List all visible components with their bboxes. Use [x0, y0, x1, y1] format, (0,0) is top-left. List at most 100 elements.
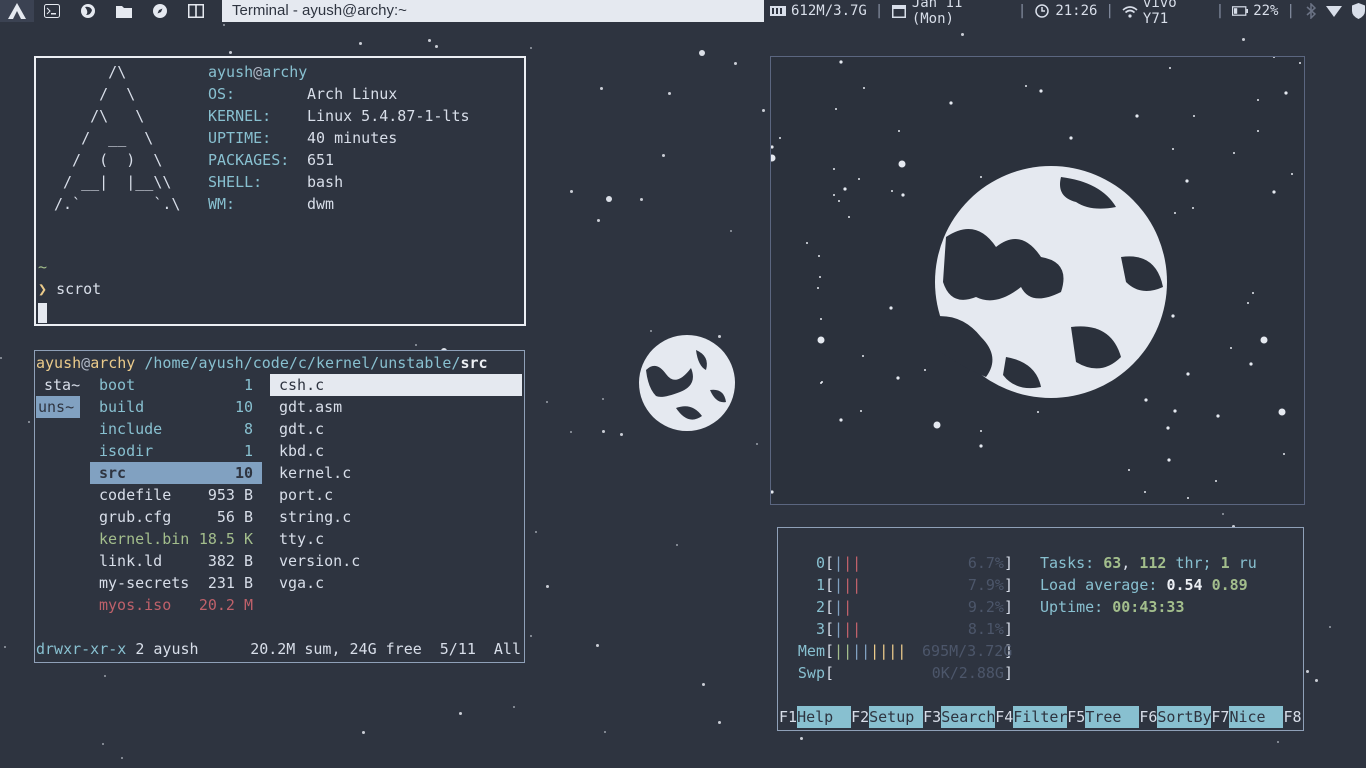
fm-entry[interactable]: include 8 [90, 418, 262, 440]
fm-entry[interactable]: codefile 953 B [90, 484, 262, 506]
image-viewer-window[interactable] [770, 56, 1305, 505]
cpu-meter: 3[||| 8.1%] [797, 618, 1013, 640]
star [817, 336, 825, 344]
fm-entry[interactable]: build 10 [90, 396, 262, 418]
fkey-f6[interactable]: F6 [1139, 706, 1157, 728]
fkey-label-f7[interactable]: Nice - [1229, 706, 1284, 748]
fm-parent-item[interactable]: sta~ [36, 374, 82, 396]
mem-bar-tick: | [852, 642, 862, 660]
shield-icon[interactable] [1350, 3, 1366, 19]
terminal-icon[interactable] [34, 0, 70, 22]
star [730, 230, 732, 232]
fm-links: 2 [135, 640, 145, 658]
fm-preview-item[interactable]: kernel.c [270, 462, 522, 484]
cpu-meter: 0[||| 6.7%] [797, 552, 1013, 574]
fm-preview-item[interactable]: gdt.c [270, 418, 522, 440]
network-icon[interactable] [1326, 3, 1343, 19]
arch-logo-icon[interactable] [0, 0, 34, 22]
cpu-meter: 2[|| 9.2%] [797, 596, 1013, 618]
info-value: Arch Linux [307, 85, 398, 103]
bluetooth-off-icon[interactable] [1303, 3, 1319, 19]
fm-entry[interactable]: boot 1 [90, 374, 262, 396]
wifi-icon [1122, 3, 1138, 19]
firefox-icon[interactable] [70, 0, 106, 22]
fkey-f8[interactable]: F8 [1283, 706, 1301, 728]
file-manager-window[interactable]: ayush@archy /home/ayush/code/c/kernel/un… [34, 350, 525, 663]
fkey-label-f1[interactable]: Help [797, 706, 852, 728]
fkey-label-f5[interactable]: Tree [1085, 706, 1140, 728]
fm-parent-item[interactable]: uns~ [36, 396, 80, 418]
fm-entry-size: 10 [234, 398, 253, 416]
star [833, 168, 835, 170]
fkey-label-f4[interactable]: Filter [1013, 706, 1067, 728]
cpu-percent: 7.9% [967, 576, 1004, 594]
running-label: ru [1238, 554, 1257, 572]
star [415, 344, 417, 346]
fkey-f4[interactable]: F4 [995, 706, 1013, 728]
fm-preview-item[interactable]: version.c [270, 550, 522, 572]
cpu-bar-tick: | [834, 576, 844, 594]
fm-entry[interactable]: myos.iso 20.2 M [90, 594, 262, 616]
fm-preview-item[interactable]: gdt.asm [270, 396, 522, 418]
fkey-f7[interactable]: F7 [1211, 706, 1229, 728]
star [896, 376, 900, 380]
text-cursor[interactable] [38, 303, 47, 323]
fkey-f2[interactable]: F2 [851, 706, 869, 728]
fm-entry[interactable]: grub.cfg 56 B [90, 506, 262, 528]
compass-icon[interactable] [142, 0, 178, 22]
fkey-label-f2[interactable]: Setup [869, 706, 924, 728]
info-value: 40 minutes [307, 129, 398, 147]
load-line: Load average: 0.54 0.89 [1040, 574, 1248, 596]
star [668, 92, 671, 95]
star [676, 544, 678, 546]
fm-preview-item[interactable]: vga.c [270, 572, 522, 594]
tasks-label: Tasks: [1040, 554, 1095, 572]
star [889, 306, 893, 310]
star [606, 196, 612, 202]
fm-entry[interactable]: my-secrets 231 B [90, 572, 262, 594]
fm-current-dir: src [460, 354, 488, 372]
fm-entry[interactable]: isodir 1 [90, 440, 262, 462]
fm-preview-item[interactable]: tty.c [270, 528, 522, 550]
star [860, 410, 862, 412]
fm-entry[interactable]: kernel.bin 18.5 K [90, 528, 262, 550]
fkey-label-f3[interactable]: Search [941, 706, 995, 728]
star [718, 721, 721, 724]
mem-usage-value: 695M/3.72G [922, 642, 1013, 660]
meter-open-bracket: [ [825, 598, 835, 616]
star [924, 369, 926, 371]
split-window-icon[interactable] [178, 0, 214, 22]
load-1min: 0.54 [1166, 576, 1203, 594]
fm-preview-item[interactable]: string.c [270, 506, 522, 528]
time-text: 21:26 [1055, 3, 1098, 19]
fm-scroll: All [493, 640, 521, 658]
star [1257, 130, 1259, 132]
htop-window[interactable]: 0[||| 6.7%] 1[||| 7.9%] 2[|| 9.2%] 3[||| 8.1%] M… [777, 527, 1304, 748]
star [1247, 302, 1249, 304]
fkey-f3[interactable]: F3 [923, 706, 941, 728]
mem-label: Mem [797, 642, 825, 660]
fm-preview-item[interactable]: kbd.c [270, 440, 522, 462]
terminal-window-neofetch[interactable]: /\ / \ /\ \ / __ \ / ( ) \ / __| |__\\ /… [34, 56, 526, 326]
folder-icon[interactable] [106, 0, 142, 22]
cpu-bar-tick: | [834, 620, 844, 638]
star [901, 193, 905, 197]
fm-preview-item[interactable]: port.c [270, 484, 522, 506]
star [597, 219, 600, 222]
fm-entry[interactable]: link.ld 382 B [90, 550, 262, 572]
fkey-label-f6[interactable]: SortBy [1157, 706, 1212, 728]
command-text: scrot [56, 280, 102, 298]
calendar-icon [891, 3, 907, 19]
star [1187, 497, 1189, 499]
fkey-f1[interactable]: F1 [779, 706, 797, 728]
fm-entry[interactable]: src 10 [90, 462, 262, 484]
star [620, 433, 623, 436]
star [891, 190, 893, 192]
fm-path: /home/ayush/code/c/kernel/unstable/ [144, 354, 461, 372]
star [1216, 414, 1220, 418]
fkey-f5[interactable]: F5 [1067, 706, 1085, 728]
star [1144, 491, 1146, 493]
star [229, 51, 232, 54]
fm-preview-item[interactable]: csh.c [270, 374, 522, 396]
fm-entry-size: 56 B [216, 508, 253, 526]
